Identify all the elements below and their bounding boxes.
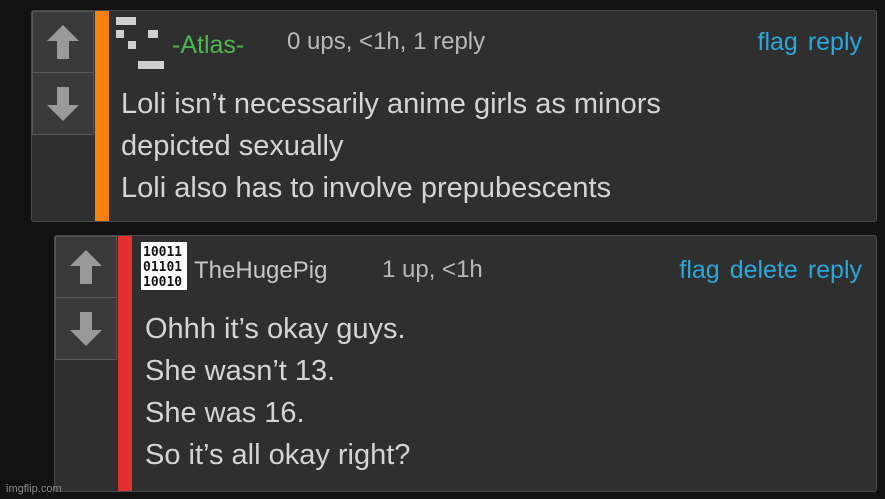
avatar-binary-row: 01101 — [143, 260, 182, 275]
comment-line: She wasn’t 13. — [145, 355, 336, 387]
avatar-binary-row: 10011 — [143, 245, 182, 260]
comment-actions: flag reply — [758, 28, 863, 57]
comment-depth-bar — [95, 11, 109, 221]
comment-line: depicted sexually — [121, 130, 344, 162]
comment-body: Ohhh it’s okay guys. She wasn’t 13. She … — [145, 308, 410, 476]
upvote-button[interactable] — [55, 236, 117, 298]
pixel-avatar-icon[interactable] — [116, 17, 164, 69]
downvote-arrow-icon — [70, 311, 102, 346]
upvote-button[interactable] — [32, 11, 94, 73]
binary-avatar-icon[interactable]: 10011 01101 10010 — [141, 242, 187, 290]
comment-line: Loli isn’t necessarily anime girls as mi… — [121, 88, 661, 120]
downvote-button[interactable] — [32, 73, 94, 135]
upvote-arrow-icon — [70, 250, 102, 284]
downvote-arrow-icon — [47, 86, 79, 121]
comment-depth-bar — [118, 236, 132, 491]
downvote-button[interactable] — [55, 298, 117, 360]
upvote-arrow-icon — [47, 25, 79, 59]
comment-line: She was 16. — [145, 397, 305, 429]
flag-link[interactable]: flag — [679, 256, 719, 285]
comment-line: Loli also has to involve prepubescents — [121, 172, 612, 204]
username[interactable]: TheHugePig — [194, 257, 327, 285]
comment-actions: flag delete reply — [679, 256, 862, 285]
comment-line: So it’s all okay right? — [145, 439, 411, 471]
comment-meta: 1 up, <1h — [382, 256, 483, 283]
flag-link[interactable]: flag — [758, 28, 798, 57]
comment-line: Ohhh it’s okay guys. — [145, 313, 406, 345]
vote-controls — [55, 236, 117, 360]
avatar-binary-row: 10010 — [143, 275, 182, 290]
comment-meta: 0 ups, <1h, 1 reply — [287, 28, 486, 55]
delete-link[interactable]: delete — [730, 256, 798, 285]
reply-link[interactable]: reply — [808, 256, 862, 285]
username[interactable]: -Atlas- — [172, 31, 244, 60]
comment-thehugepig: 10011 01101 10010 TheHugePig 1 up, <1h f… — [54, 235, 877, 492]
comment-atlas: -Atlas- 0 ups, <1h, 1 reply flag reply L… — [31, 10, 877, 222]
reply-link[interactable]: reply — [808, 28, 862, 57]
comment-body: Loli isn’t necessarily anime girls as mi… — [121, 83, 661, 209]
imgflip-watermark: imgflip.com — [6, 483, 62, 495]
vote-controls — [32, 11, 94, 135]
